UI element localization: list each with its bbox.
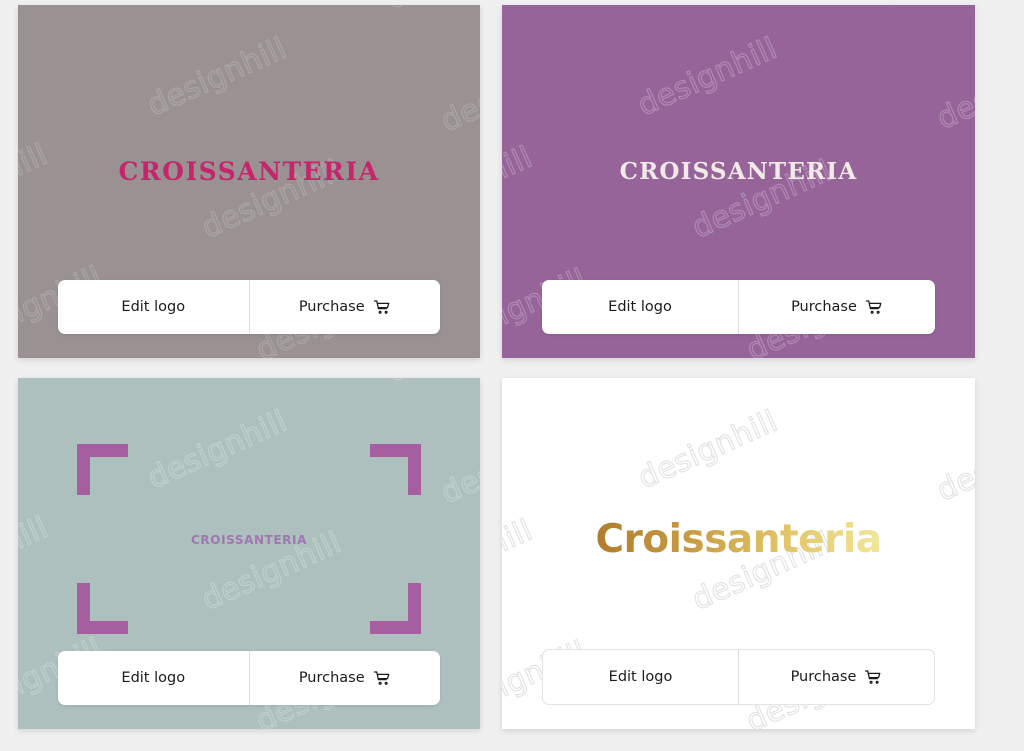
shopping-cart-icon [373, 298, 391, 316]
logo-card-4[interactable]: designhill designhill designhill designhil… [502, 378, 975, 729]
edit-logo-button[interactable]: Edit logo [58, 651, 249, 705]
purchase-button[interactable]: Purchase [738, 280, 935, 334]
card-actions-3: Edit logo Purchase [58, 651, 440, 705]
edit-logo-label: Edit logo [121, 299, 186, 315]
edit-logo-button[interactable]: Edit logo [58, 280, 249, 334]
purchase-label: Purchase [790, 669, 857, 685]
corner-bracket-bottom-right-icon [370, 582, 421, 634]
purchase-button[interactable]: Purchase [248, 651, 441, 705]
logo-wordmark-4: Croissanteria [595, 517, 882, 562]
purchase-button[interactable]: Purchase [248, 280, 441, 334]
logo-wordmark-1: Croissanteria [118, 146, 380, 189]
logo-wordmark-2: Croissanteria [619, 148, 858, 187]
edit-logo-label: Edit logo [608, 299, 672, 315]
shopping-cart-icon [373, 669, 391, 687]
corner-bracket-bottom-left-icon [77, 582, 128, 634]
card-actions-2: Edit logo Purchase [542, 280, 935, 334]
logo-frame-3: Croissanteria [77, 443, 421, 634]
edit-logo-button[interactable]: Edit logo [542, 280, 738, 334]
logo-card-1[interactable]: designhill designhill designhill designhil… [18, 5, 480, 358]
logo-card-3[interactable]: designhill designhill designhill designhil… [18, 378, 480, 729]
shopping-cart-icon [865, 298, 883, 316]
shopping-cart-icon [864, 668, 882, 686]
logo-card-2[interactable]: designhill designhill designhill designhil… [502, 5, 975, 358]
edit-logo-button[interactable]: Edit logo [543, 650, 738, 704]
purchase-label: Purchase [298, 670, 365, 686]
corner-bracket-top-right-icon [370, 443, 421, 495]
purchase-label: Purchase [791, 299, 857, 315]
edit-logo-label: Edit logo [121, 670, 186, 686]
corner-bracket-top-left-icon [77, 443, 128, 495]
card-actions-1: Edit logo Purchase [58, 280, 440, 334]
card-actions-4: Edit logo Purchase [542, 649, 935, 705]
logo-wordmark-3: Croissanteria [191, 528, 307, 549]
logo-results-grid: designhill designhill designhill designhil… [0, 0, 1024, 751]
purchase-button[interactable]: Purchase [738, 650, 934, 704]
purchase-label: Purchase [298, 299, 365, 315]
edit-logo-label: Edit logo [608, 669, 673, 685]
